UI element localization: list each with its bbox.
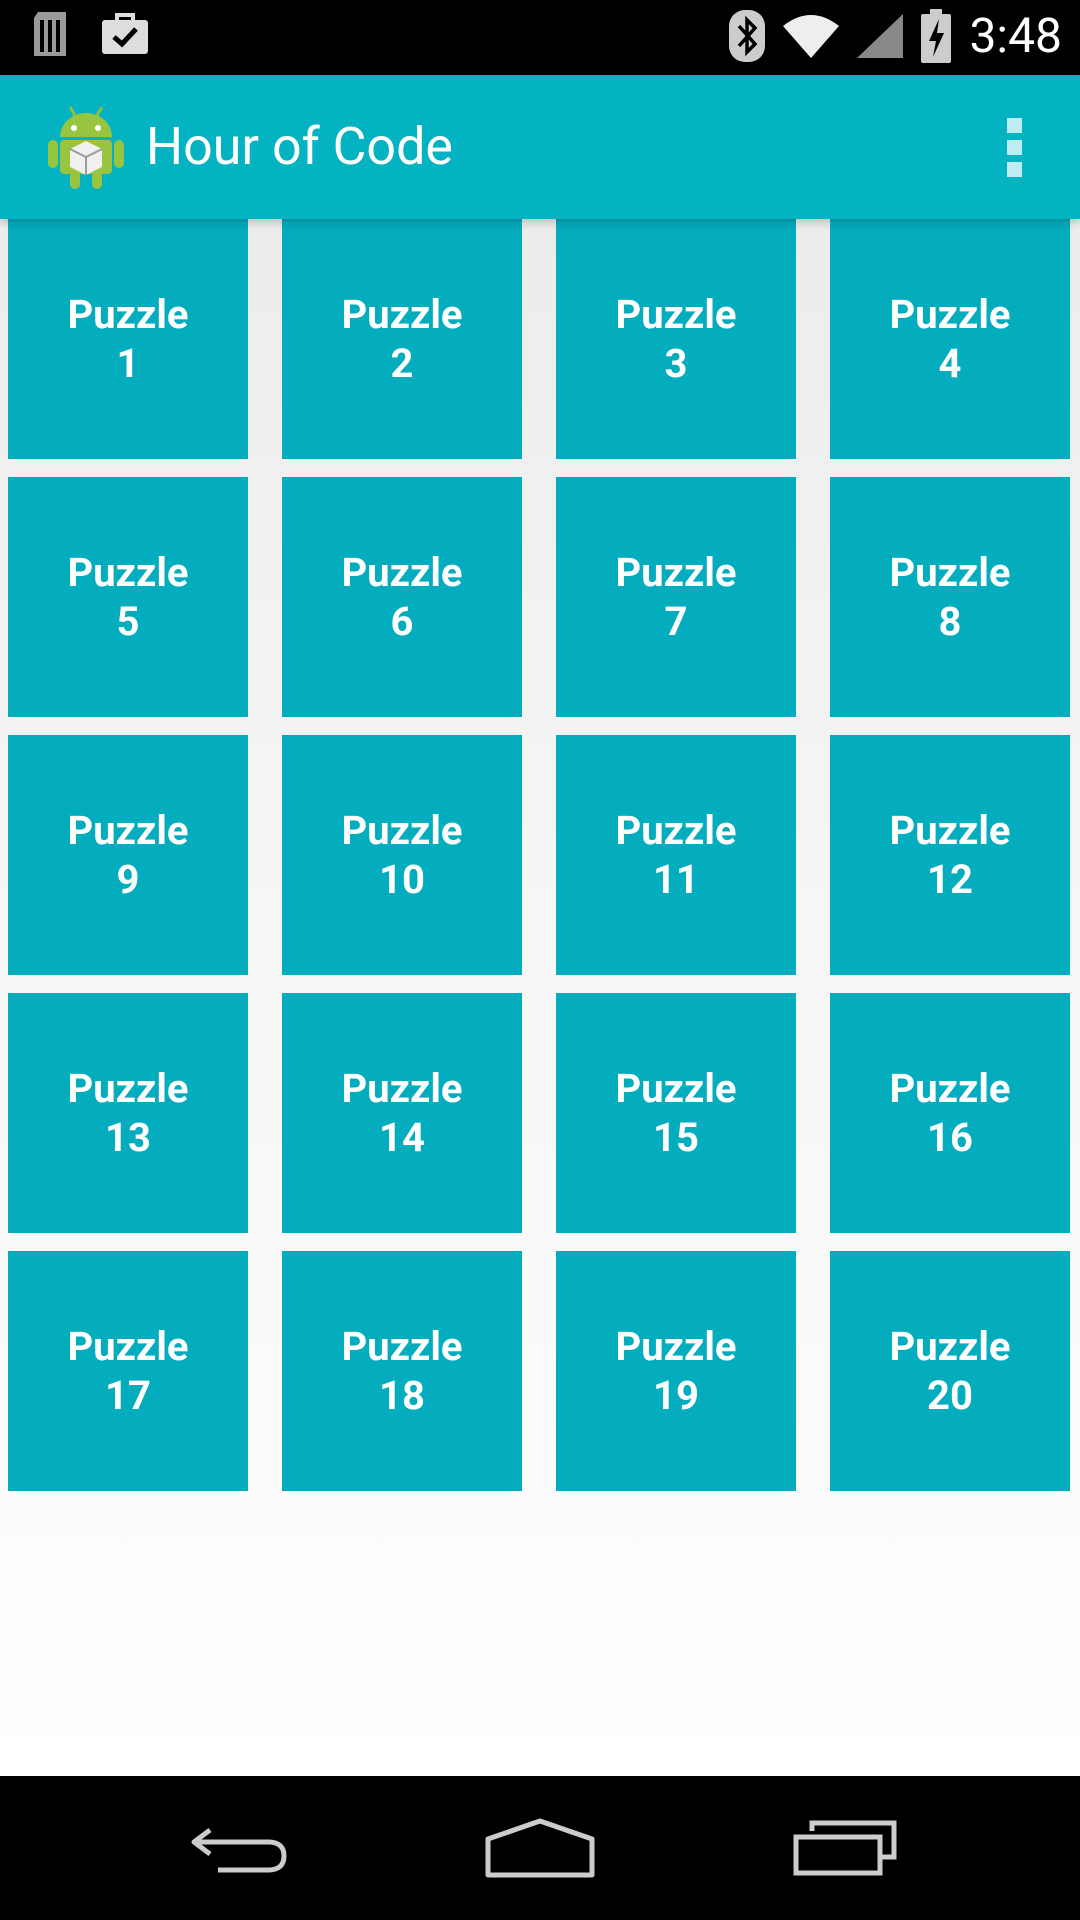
puzzle-tile-label: Puzzle xyxy=(67,549,189,596)
puzzle-tile-12[interactable]: Puzzle 12 xyxy=(830,735,1070,975)
puzzle-tile-label: Puzzle xyxy=(615,549,737,596)
briefcase-check-icon xyxy=(102,13,148,54)
status-clock: 3:48 xyxy=(969,7,1062,64)
puzzle-tile-number: 10 xyxy=(379,856,425,903)
home-icon xyxy=(485,1818,595,1878)
puzzle-tile-label: Puzzle xyxy=(889,291,1011,338)
puzzle-tile-number: 18 xyxy=(379,1372,425,1419)
puzzle-tile-2[interactable]: Puzzle 2 xyxy=(282,219,522,459)
puzzle-grid: Puzzle 1 Puzzle 2 Puzzle 3 Puzzle 4 Puzzle 5 Puzzl… xyxy=(0,219,1080,1776)
sim-card-icon xyxy=(34,12,66,56)
puzzle-tile-label: Puzzle xyxy=(615,1323,737,1370)
puzzle-tile-label: Puzzle xyxy=(67,1323,189,1370)
puzzle-tile-3[interactable]: Puzzle 3 xyxy=(556,219,796,459)
puzzle-tile-7[interactable]: Puzzle 7 xyxy=(556,477,796,717)
puzzle-tile-number: 2 xyxy=(390,340,414,387)
puzzle-tile-label: Puzzle xyxy=(889,1323,1011,1370)
puzzle-tile-8[interactable]: Puzzle 8 xyxy=(830,477,1070,717)
status-bar: 3:48 xyxy=(0,0,1080,75)
puzzle-tile-number: 5 xyxy=(116,598,140,645)
puzzle-tile-label: Puzzle xyxy=(341,1065,463,1112)
puzzle-tile-number: 11 xyxy=(653,856,699,903)
puzzle-tile-label: Puzzle xyxy=(615,291,737,338)
battery-charging-icon xyxy=(921,9,952,63)
puzzle-tile-label: Puzzle xyxy=(615,1065,737,1112)
back-button[interactable] xyxy=(170,1798,310,1898)
puzzle-tile-number: 16 xyxy=(927,1114,973,1161)
puzzle-tile-number: 17 xyxy=(105,1372,151,1419)
puzzle-tile-label: Puzzle xyxy=(67,1065,189,1112)
puzzle-tile-number: 3 xyxy=(664,340,688,387)
app-title: Hour of Code xyxy=(146,116,453,177)
puzzle-tile-number: 12 xyxy=(927,856,973,903)
puzzle-tile-number: 8 xyxy=(938,598,962,645)
puzzle-tile-1[interactable]: Puzzle 1 xyxy=(8,219,248,459)
puzzle-tile-number: 14 xyxy=(379,1114,425,1161)
signal-icon xyxy=(857,14,904,58)
content-area: Puzzle 1 Puzzle 2 Puzzle 3 Puzzle 4 Puzzle 5 Puzzl… xyxy=(0,219,1080,1776)
navigation-bar xyxy=(0,1776,1080,1920)
back-icon xyxy=(191,1828,287,1873)
recent-apps-button[interactable] xyxy=(775,1798,915,1898)
android-cube-icon[interactable] xyxy=(46,103,126,191)
puzzle-tile-19[interactable]: Puzzle 19 xyxy=(556,1251,796,1491)
puzzle-tile-label: Puzzle xyxy=(889,1065,1011,1112)
puzzle-tile-6[interactable]: Puzzle 6 xyxy=(282,477,522,717)
overflow-menu-icon xyxy=(1006,117,1022,133)
bluetooth-icon xyxy=(729,10,766,62)
recent-apps-icon xyxy=(793,1820,897,1876)
puzzle-tile-number: 13 xyxy=(105,1114,151,1161)
puzzle-tile-number: 19 xyxy=(653,1372,699,1419)
puzzle-tile-number: 7 xyxy=(664,598,688,645)
puzzle-tile-number: 4 xyxy=(938,340,962,387)
puzzle-tile-4[interactable]: Puzzle 4 xyxy=(830,219,1070,459)
puzzle-tile-14[interactable]: Puzzle 14 xyxy=(282,993,522,1233)
puzzle-tile-label: Puzzle xyxy=(67,291,189,338)
puzzle-tile-13[interactable]: Puzzle 13 xyxy=(8,993,248,1233)
home-button[interactable] xyxy=(470,1798,610,1898)
puzzle-tile-label: Puzzle xyxy=(341,549,463,596)
puzzle-tile-label: Puzzle xyxy=(889,549,1011,596)
puzzle-tile-16[interactable]: Puzzle 16 xyxy=(830,993,1070,1233)
puzzle-tile-11[interactable]: Puzzle 11 xyxy=(556,735,796,975)
puzzle-tile-number: 15 xyxy=(653,1114,699,1161)
puzzle-tile-number: 6 xyxy=(390,598,414,645)
puzzle-tile-label: Puzzle xyxy=(341,1323,463,1370)
puzzle-tile-18[interactable]: Puzzle 18 xyxy=(282,1251,522,1491)
overflow-menu-button[interactable] xyxy=(984,115,1044,179)
puzzle-tile-15[interactable]: Puzzle 15 xyxy=(556,993,796,1233)
puzzle-tile-number: 20 xyxy=(927,1372,973,1419)
wifi-icon xyxy=(783,15,840,58)
puzzle-tile-label: Puzzle xyxy=(341,807,463,854)
puzzle-tile-5[interactable]: Puzzle 5 xyxy=(8,477,248,717)
puzzle-tile-17[interactable]: Puzzle 17 xyxy=(8,1251,248,1491)
puzzle-tile-20[interactable]: Puzzle 20 xyxy=(830,1251,1070,1491)
puzzle-tile-number: 9 xyxy=(116,856,140,903)
puzzle-tile-9[interactable]: Puzzle 9 xyxy=(8,735,248,975)
puzzle-tile-10[interactable]: Puzzle 10 xyxy=(282,735,522,975)
puzzle-tile-number: 1 xyxy=(116,340,140,387)
action-bar: Hour of Code xyxy=(0,75,1080,219)
puzzle-tile-label: Puzzle xyxy=(341,291,463,338)
puzzle-tile-label: Puzzle xyxy=(615,807,737,854)
puzzle-tile-label: Puzzle xyxy=(889,807,1011,854)
puzzle-tile-label: Puzzle xyxy=(67,807,189,854)
